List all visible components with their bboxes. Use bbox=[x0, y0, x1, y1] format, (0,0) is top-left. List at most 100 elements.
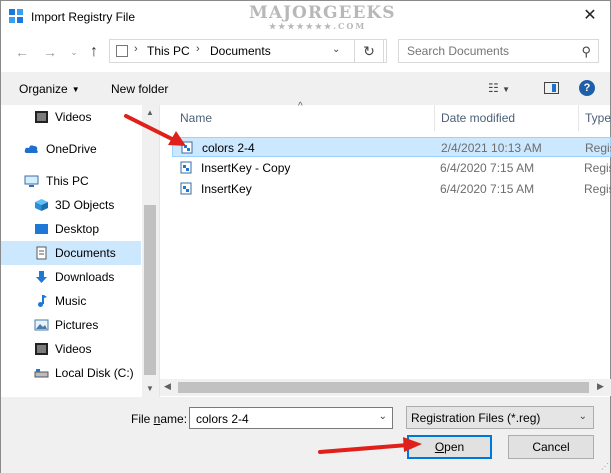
computer-icon bbox=[24, 175, 39, 187]
chevron-down-icon: ▼ bbox=[71, 85, 80, 94]
video-icon bbox=[35, 111, 48, 123]
navigation-pane: Videos OneDrive This PC 3D Objects Deskt… bbox=[1, 105, 158, 397]
nav-item-label: Pictures bbox=[55, 318, 99, 332]
file-name: colors 2-4 bbox=[202, 141, 255, 155]
file-type: Regis bbox=[584, 161, 611, 175]
scroll-left-arrow-icon[interactable]: ◀ bbox=[164, 381, 171, 392]
breadcrumb-separator-icon[interactable]: › bbox=[196, 43, 200, 55]
majorgeeks-watermark: MAJORGEEKS ★★★★★★★.COM bbox=[249, 3, 395, 31]
window-title: Import Registry File bbox=[31, 10, 136, 24]
nav-item-local-disk[interactable]: Local Disk (C:) bbox=[1, 361, 141, 385]
close-icon[interactable]: ✕ bbox=[580, 6, 600, 26]
cancel-button[interactable]: Cancel bbox=[508, 435, 594, 459]
download-arrow-icon bbox=[36, 271, 47, 283]
registry-file-icon bbox=[180, 161, 192, 174]
column-header-name[interactable]: Name bbox=[180, 111, 212, 125]
preview-pane-icon[interactable] bbox=[544, 82, 559, 94]
open-button-accelerator: O bbox=[434, 440, 445, 454]
organize-menu-button[interactable]: Organize ▼ bbox=[19, 82, 80, 96]
breadcrumb-documents[interactable]: Documents bbox=[210, 44, 271, 58]
command-bar: Organize ▼ New folder ☷ ▼ ? bbox=[1, 72, 610, 105]
column-divider[interactable] bbox=[434, 105, 435, 131]
nav-item-this-pc[interactable]: This PC bbox=[1, 169, 141, 193]
file-name-label-part: ame: bbox=[160, 412, 188, 426]
registry-file-icon bbox=[181, 141, 193, 154]
chevron-down-icon: ⌄ bbox=[578, 411, 587, 422]
resize-grip-icon[interactable]: ⋰ bbox=[601, 462, 609, 471]
chevron-down-icon: ▼ bbox=[502, 85, 511, 94]
chevron-down-icon[interactable]: ⌄ bbox=[379, 411, 387, 422]
scrollbar-thumb[interactable] bbox=[178, 382, 589, 393]
navigation-pane-scrollbar[interactable]: ▲ ▼ bbox=[142, 105, 158, 397]
file-date-modified: 6/4/2020 7:15 AM bbox=[440, 161, 535, 175]
file-row[interactable]: InsertKey 6/4/2020 7:15 AM Regis bbox=[172, 179, 611, 199]
nav-item-desktop[interactable]: Desktop bbox=[1, 217, 141, 241]
cloud-icon bbox=[24, 145, 38, 153]
music-note-icon bbox=[38, 295, 47, 307]
scroll-up-arrow-icon[interactable]: ▲ bbox=[146, 108, 154, 117]
file-row[interactable]: colors 2-4 2/4/2021 10:13 AM Regis bbox=[172, 137, 611, 157]
drive-icon bbox=[34, 369, 49, 378]
up-arrow-icon[interactable]: ↑ bbox=[85, 43, 103, 61]
search-box[interactable]: ⚲ bbox=[398, 39, 599, 63]
forward-arrow-icon[interactable]: → bbox=[41, 43, 59, 61]
refresh-button[interactable]: ↻ bbox=[354, 39, 384, 63]
cube-icon bbox=[35, 199, 48, 211]
registry-editor-icon bbox=[9, 9, 23, 23]
organize-label: Organize bbox=[19, 82, 68, 96]
help-icon[interactable]: ? bbox=[579, 80, 595, 96]
horizontal-scrollbar[interactable]: ◀ ▶ bbox=[160, 379, 611, 396]
file-name-label: File name: bbox=[131, 412, 187, 426]
nav-item-onedrive[interactable]: OneDrive bbox=[1, 137, 141, 161]
column-headers: ^ Name Date modified Type bbox=[160, 101, 611, 131]
nav-item-downloads[interactable]: Downloads bbox=[1, 265, 141, 289]
change-view-button[interactable]: ☷ ▼ bbox=[488, 81, 510, 95]
nav-item-label: Music bbox=[55, 294, 87, 308]
recent-locations-chevron-icon[interactable]: ⌄ bbox=[65, 43, 83, 61]
file-date-modified: 6/4/2020 7:15 AM bbox=[440, 182, 535, 196]
computer-icon bbox=[116, 45, 128, 57]
address-dropdown-chevron-icon[interactable]: ⌄ bbox=[332, 44, 340, 55]
scroll-right-arrow-icon[interactable]: ▶ bbox=[597, 381, 604, 392]
nav-item-documents[interactable]: Documents bbox=[1, 241, 141, 265]
file-name-combobox[interactable]: ⌄ bbox=[189, 407, 393, 429]
breadcrumb-this-pc[interactable]: This PC bbox=[147, 44, 190, 58]
file-name-input[interactable] bbox=[194, 411, 374, 427]
column-divider[interactable] bbox=[578, 105, 579, 131]
file-type-select[interactable]: Registration Files (*.reg) ⌄ bbox=[406, 406, 594, 429]
nav-item-label: Local Disk (C:) bbox=[55, 366, 134, 380]
scrollbar-thumb[interactable] bbox=[144, 205, 156, 375]
navigation-bar: ← → ⌄ ↑ › This PC › Documents ⌄ ↻ ⚲ bbox=[1, 32, 610, 72]
file-type-value: Registration Files (*.reg) bbox=[411, 411, 541, 425]
dialog-footer: File name: ⌄ Registration Files (*.reg) … bbox=[1, 397, 610, 473]
nav-item-music[interactable]: Music bbox=[1, 289, 141, 313]
file-name: InsertKey bbox=[201, 182, 252, 196]
nav-item-pictures[interactable]: Pictures bbox=[1, 313, 141, 337]
nav-item-3d-objects[interactable]: 3D Objects bbox=[1, 193, 141, 217]
title-bar: Import Registry File MAJORGEEKS ★★★★★★★.… bbox=[1, 1, 610, 32]
back-arrow-icon[interactable]: ← bbox=[13, 43, 31, 61]
details-view-icon: ☷ bbox=[488, 81, 499, 95]
column-header-date-modified[interactable]: Date modified bbox=[441, 111, 515, 125]
nav-item-label: Videos bbox=[55, 110, 92, 124]
open-button-label: pen bbox=[444, 440, 465, 454]
new-folder-button[interactable]: New folder bbox=[111, 82, 168, 96]
nav-item-videos[interactable]: Videos bbox=[1, 337, 141, 361]
file-row[interactable]: InsertKey - Copy 6/4/2020 7:15 AM Regis bbox=[172, 158, 611, 178]
column-header-type[interactable]: Type bbox=[585, 111, 611, 125]
file-list: ^ Name Date modified Type colors 2-4 2/4… bbox=[159, 101, 611, 397]
document-icon bbox=[36, 246, 47, 260]
import-registry-dialog: Import Registry File MAJORGEEKS ★★★★★★★.… bbox=[0, 0, 611, 473]
picture-icon bbox=[34, 319, 49, 331]
open-button[interactable]: Open bbox=[407, 435, 492, 459]
breadcrumb-separator-icon[interactable]: › bbox=[134, 43, 138, 55]
desktop-icon bbox=[35, 224, 48, 234]
nav-item-label: Desktop bbox=[55, 222, 100, 236]
file-type: Regis bbox=[584, 182, 611, 196]
address-bar[interactable]: › This PC › Documents ⌄ bbox=[109, 39, 387, 63]
search-input[interactable] bbox=[405, 43, 570, 59]
file-name-label-part: File bbox=[131, 412, 154, 426]
scroll-down-arrow-icon[interactable]: ▼ bbox=[146, 384, 154, 393]
search-icon[interactable]: ⚲ bbox=[581, 44, 591, 60]
nav-item-videos-top[interactable]: Videos bbox=[1, 105, 141, 129]
